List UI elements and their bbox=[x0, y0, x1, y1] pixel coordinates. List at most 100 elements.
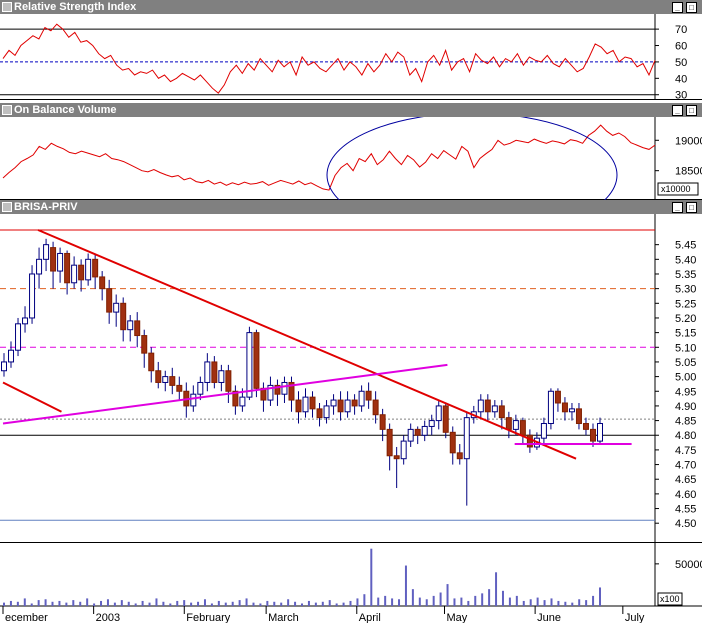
candle-body bbox=[540, 423, 547, 439]
y-tick-label: 5.20 bbox=[675, 313, 696, 325]
candle-body bbox=[281, 381, 288, 395]
obv-title: On Balance Volume bbox=[14, 104, 117, 116]
candle-body bbox=[15, 323, 22, 351]
y-tick-label: 4.65 bbox=[675, 474, 696, 486]
candle-body bbox=[134, 320, 141, 337]
pane-menu-icon[interactable] bbox=[2, 2, 12, 12]
y-tick-label: 4.50 bbox=[675, 518, 696, 530]
y-tick-label: 5.10 bbox=[675, 342, 696, 354]
pane-menu-icon[interactable] bbox=[2, 202, 12, 212]
y-tick-label: 70 bbox=[675, 24, 687, 36]
pane-menu-icon[interactable] bbox=[2, 105, 12, 115]
volume-scale-label: x100 bbox=[660, 594, 680, 604]
candle-body bbox=[330, 399, 337, 407]
candle-body bbox=[99, 276, 106, 290]
candle-body bbox=[597, 423, 603, 442]
y-tick-label: 5.00 bbox=[675, 372, 696, 384]
y-tick-label: 5.25 bbox=[675, 298, 696, 310]
y-tick-label: 19000 bbox=[675, 135, 702, 147]
y-tick-label: 18500 bbox=[675, 166, 702, 178]
volume-chart: 50000 x100 ecember 2003 February March April Ma… bbox=[0, 543, 702, 623]
x-tick-label: February bbox=[186, 612, 231, 623]
rsi-title-bar: Relative Strength Index _ □ bbox=[0, 0, 702, 14]
candle-body bbox=[323, 405, 330, 419]
candle-body bbox=[64, 252, 71, 284]
candle-body bbox=[449, 431, 456, 454]
y-tick-label: 60 bbox=[675, 41, 687, 53]
candle-body bbox=[120, 302, 127, 331]
candle-body bbox=[148, 352, 155, 372]
price-chart: 4.50 4.55 4.60 4.65 4.70 4.75 4.80 4.85 4.90 4.95… bbox=[0, 214, 702, 543]
price-minimize-button[interactable]: _ bbox=[672, 202, 683, 213]
obv-line bbox=[2, 124, 656, 191]
rsi-chart: 30 40 50 60 70 bbox=[0, 14, 702, 100]
price-title: BRISA-PRIV bbox=[14, 201, 78, 213]
y-tick-label: 4.95 bbox=[675, 386, 696, 398]
candle-body bbox=[456, 452, 463, 460]
candle-body bbox=[218, 370, 225, 383]
candle-body bbox=[477, 399, 484, 413]
candle-body bbox=[463, 417, 470, 460]
rsi-minimize-button[interactable]: _ bbox=[672, 2, 683, 13]
x-tick-label: July bbox=[625, 612, 645, 623]
candle-body bbox=[372, 399, 379, 416]
y-tick-label: 4.85 bbox=[675, 416, 696, 428]
price-maximize-button[interactable]: □ bbox=[686, 202, 697, 213]
rsi-line bbox=[2, 23, 656, 94]
y-tick-label: 5.05 bbox=[675, 357, 696, 369]
candle-body bbox=[337, 399, 344, 413]
candle-body bbox=[50, 247, 57, 272]
candle-body bbox=[302, 396, 309, 413]
candle-body bbox=[519, 420, 526, 436]
y-tick-label: 5.45 bbox=[675, 240, 696, 252]
obv-minimize-button[interactable]: _ bbox=[672, 105, 683, 116]
candle-body bbox=[589, 428, 596, 442]
y-tick-label: 5.30 bbox=[675, 284, 696, 296]
candle-body bbox=[36, 258, 43, 275]
price-trend-line bbox=[37, 229, 577, 460]
candle-body bbox=[351, 399, 358, 407]
candle-body bbox=[316, 408, 323, 419]
candle-body bbox=[295, 399, 302, 413]
price-title-bar: BRISA-PRIV _ □ bbox=[0, 200, 702, 214]
candle-body bbox=[344, 399, 351, 413]
candle-body bbox=[176, 384, 183, 392]
x-tick-label: March bbox=[268, 612, 299, 623]
candle-body bbox=[435, 405, 442, 422]
y-tick-label: 4.80 bbox=[675, 430, 696, 442]
candle-body bbox=[155, 370, 162, 383]
candle-body bbox=[414, 428, 421, 436]
y-tick-label: 5.15 bbox=[675, 328, 696, 340]
x-tick-label: April bbox=[359, 612, 381, 623]
candle-body bbox=[211, 361, 218, 383]
y-tick-label: 40 bbox=[675, 73, 687, 85]
y-tick-label: 4.75 bbox=[675, 445, 696, 457]
y-tick-label: 5.35 bbox=[675, 269, 696, 281]
rsi-maximize-button[interactable]: □ bbox=[686, 2, 697, 13]
candle-body bbox=[190, 393, 197, 407]
x-tick-label: 2003 bbox=[96, 612, 120, 623]
candle-body bbox=[582, 423, 589, 430]
candle-body bbox=[239, 396, 246, 407]
candle-body bbox=[421, 425, 428, 436]
candle-body bbox=[29, 273, 36, 319]
candle-body bbox=[225, 370, 232, 392]
candle-body bbox=[106, 288, 113, 313]
candle-body bbox=[547, 390, 554, 425]
candle-body bbox=[358, 390, 365, 407]
y-tick-label: 50000 bbox=[675, 559, 702, 571]
candle-body bbox=[442, 405, 449, 433]
obv-maximize-button[interactable]: □ bbox=[686, 105, 697, 116]
candle-body bbox=[505, 417, 512, 430]
candle-body bbox=[491, 405, 498, 413]
candle-body bbox=[484, 399, 491, 413]
obv-title-bar: On Balance Volume _ □ bbox=[0, 103, 702, 117]
candle-body bbox=[141, 335, 148, 354]
obv-scale-label: x10000 bbox=[661, 184, 691, 194]
y-tick-label: 4.70 bbox=[675, 460, 696, 472]
candle-body bbox=[526, 434, 533, 448]
candle-body bbox=[246, 332, 253, 398]
candle-body bbox=[162, 376, 169, 383]
candle-body bbox=[204, 361, 211, 383]
y-tick-label: 4.90 bbox=[675, 401, 696, 413]
